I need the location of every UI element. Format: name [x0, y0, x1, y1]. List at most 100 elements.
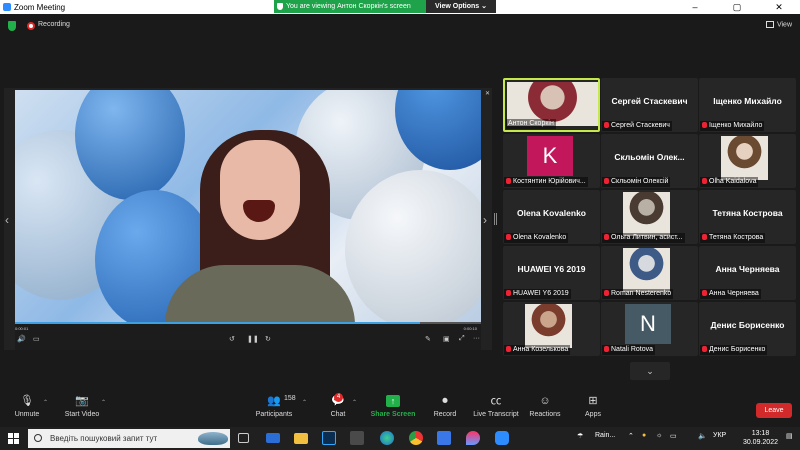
splitter-handle[interactable]	[494, 213, 497, 225]
notifications-icon[interactable]: ▤	[786, 432, 793, 440]
video-options-caret[interactable]: ⌃	[101, 399, 106, 406]
share-screen-button[interactable]: ↑ Share Screen	[370, 395, 416, 418]
forward-icon[interactable]: ↻	[265, 335, 271, 343]
weather-icon[interactable]: ☂	[577, 432, 583, 440]
participants-button[interactable]: 👥 158 Participants	[254, 395, 296, 418]
show-hidden-icons-caret[interactable]: ⌃	[628, 432, 634, 440]
unmute-label: Unmute	[14, 411, 40, 418]
microsoft-store-icon[interactable]	[350, 431, 364, 445]
participant-tile[interactable]: Тетяна Кострова Тетяна Кострова	[699, 190, 796, 244]
minimize-button[interactable]: –	[674, 0, 716, 14]
task-view-icon[interactable]	[238, 433, 249, 443]
search-placeholder: Введіть пошуковий запит тут	[50, 434, 158, 443]
weather-label[interactable]: Rain...	[595, 432, 615, 439]
leave-button[interactable]: Leave	[756, 403, 792, 418]
participant-name-text: HUAWEI Y6 2019	[513, 290, 569, 297]
security-tray-icon[interactable]: ●	[642, 432, 646, 439]
gallery-next-page-button[interactable]: ⌄	[630, 362, 670, 380]
taskbar-clock[interactable]: 13:18 30.09.2022	[743, 429, 778, 447]
participant-tile[interactable]: Скльомін Олек... Скльомін Олексій	[601, 134, 698, 188]
muted-microphone-icon	[604, 290, 609, 297]
volume-tray-icon[interactable]: 🔈	[698, 432, 707, 440]
search-icon	[34, 434, 42, 442]
participant-name-label: HUAWEI Y6 2019	[504, 289, 571, 299]
record-label: Record	[433, 411, 457, 418]
close-button[interactable]: ✕	[758, 0, 800, 14]
windows-start-button[interactable]	[8, 433, 19, 444]
participant-tile[interactable]: HUAWEI Y6 2019 HUAWEI Y6 2019	[503, 246, 600, 300]
maximize-button[interactable]: ▢	[716, 0, 758, 14]
more-icon[interactable]: ···	[473, 335, 480, 342]
security-shield-icon[interactable]	[8, 21, 16, 31]
reactions-button[interactable]: ☺ Reactions	[528, 395, 562, 418]
participant-name-text: Roman Nesterenko	[611, 290, 672, 297]
participants-options-caret[interactable]: ⌃	[302, 399, 307, 406]
chrome-browser-icon[interactable]	[409, 431, 423, 445]
live-transcript-button[interactable]: ㏄ Live Transcript	[471, 395, 521, 418]
battery-icon[interactable]: ▭	[670, 432, 677, 440]
participant-tile[interactable]: Olena Kovalenko Olena Kovalenko	[503, 190, 600, 244]
participant-tile[interactable]: K Костянтин Юрійович...	[503, 134, 600, 188]
file-explorer-icon[interactable]	[294, 433, 308, 444]
audio-options-caret[interactable]: ⌃	[43, 399, 48, 406]
subtitles-icon[interactable]: ▭	[33, 335, 40, 343]
participant-tile[interactable]: Іщенко Михайло Іщенко Михайло	[699, 78, 796, 132]
muted-microphone-icon	[702, 290, 707, 297]
paint-app-icon[interactable]	[466, 431, 480, 445]
shared-video-frame[interactable]	[15, 90, 481, 322]
zoom-app-icon[interactable]	[495, 431, 509, 445]
zoom-logo-icon	[3, 3, 11, 11]
chat-options-caret[interactable]: ⌃	[352, 399, 357, 406]
participant-name-text: Скльомін Олексій	[611, 178, 669, 185]
video-progress-fill	[15, 322, 421, 324]
participant-tile[interactable]: Денис Борисенко Денис Борисенко	[699, 302, 796, 356]
participant-name-label: Natali Rotova	[602, 345, 656, 355]
fullscreen-icon[interactable]: ⤢	[459, 335, 465, 343]
record-button[interactable]: ⏺ Record	[430, 395, 460, 418]
next-arrow-icon[interactable]: ›	[483, 213, 487, 227]
view-label: View	[776, 21, 792, 29]
participant-tile[interactable]: Анна Черняева Анна Черняева	[699, 246, 796, 300]
rewind-icon[interactable]: ↺	[229, 335, 235, 343]
participant-tile[interactable]: Антон Скоркін	[503, 78, 600, 132]
participant-name-text: Костянтин Юрійович...	[513, 178, 586, 185]
participant-name-label: Roman Nesterenko	[602, 289, 674, 299]
shield-icon	[277, 3, 283, 10]
edge-browser-icon[interactable]	[380, 431, 394, 445]
keyboard-language[interactable]: УКР	[713, 432, 726, 439]
volume-icon[interactable]: 🔊	[17, 335, 26, 343]
photoshop-icon[interactable]	[322, 431, 336, 445]
record-icon: ⏺	[442, 395, 448, 407]
participant-tile[interactable]: N Natali Rotova	[601, 302, 698, 356]
pause-icon[interactable]: ❚❚	[247, 335, 259, 343]
taskbar-search-input[interactable]: Введіть пошуковий запит тут	[28, 429, 230, 448]
person-body-shape	[165, 265, 355, 322]
video-off-icon: 📷	[75, 395, 89, 407]
edit-icon[interactable]: ✎	[425, 335, 431, 343]
photos-app-icon[interactable]	[437, 431, 451, 445]
participant-tile[interactable]: Ольга Литвин, асист...	[601, 190, 698, 244]
apps-button[interactable]: ⊞ Apps	[580, 395, 606, 418]
participant-name-label: Скльомін Олексій	[602, 177, 671, 187]
live-transcript-label: Live Transcript	[473, 411, 519, 418]
chat-button[interactable]: 💬 4 Chat	[325, 393, 351, 418]
mail-icon[interactable]	[266, 433, 280, 443]
muted-microphone-icon	[702, 234, 707, 241]
participant-display-name: Сергей Стаскевич	[611, 96, 688, 106]
pip-icon[interactable]: ▣	[443, 335, 450, 343]
video-progress-track[interactable]	[15, 322, 481, 324]
participant-tile[interactable]: Анна Козелькова	[503, 302, 600, 356]
prev-arrow-icon[interactable]: ‹	[5, 213, 9, 227]
participant-display-name: Тетяна Кострова	[712, 208, 783, 218]
network-icon[interactable]: ☼	[656, 432, 662, 439]
participant-tile[interactable]: Сергей Стаскевич Сергей Стаскевич	[601, 78, 698, 132]
participant-avatar-initial: K	[527, 136, 573, 176]
smiley-icon: ☺	[539, 395, 551, 407]
participant-tile[interactable]: Roman Nesterenko	[601, 246, 698, 300]
participant-tile[interactable]: Olha Kaidalova	[699, 134, 796, 188]
unmute-button[interactable]: 🎙 Unmute	[10, 395, 44, 418]
apps-icon: ⊞	[588, 395, 598, 407]
view-button[interactable]: View	[765, 21, 792, 29]
view-options-button[interactable]: View Options ⌄	[426, 0, 496, 13]
start-video-button[interactable]: 📷 Start Video	[62, 395, 102, 418]
